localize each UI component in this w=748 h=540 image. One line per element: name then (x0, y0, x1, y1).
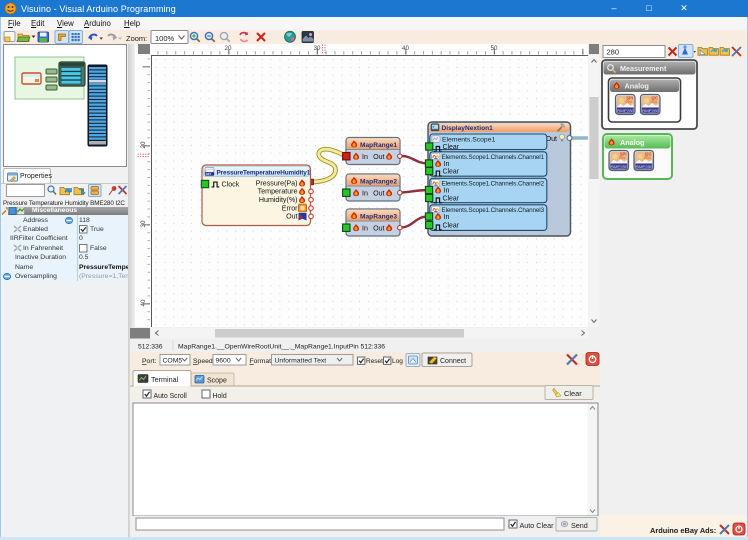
svg-text:In: In (362, 189, 368, 197)
svg-text:In: In (362, 153, 368, 161)
svg-text:Speed:: Speed: (193, 358, 215, 365)
svg-text:I2C: I2C (651, 96, 658, 101)
svg-text:Send: Send (571, 521, 588, 530)
svg-text:PressureTemperatureHumidity1: PressureTemperatureHumidity1 (217, 169, 311, 176)
svg-text:MapRange2: MapRange2 (360, 178, 397, 185)
svg-text:Elements.Scope1: Elements.Scope1 (442, 136, 495, 143)
svg-text:Elements.Scope1.Channels.Chann: Elements.Scope1.Channels.Channel2 (442, 180, 545, 187)
svg-text:Port:: Port: (142, 358, 156, 365)
svg-text:50: 50 (491, 45, 498, 52)
svg-text:In: In (444, 187, 450, 195)
svg-text:Out: Out (373, 189, 384, 197)
svg-text:Arduino eBay Ads:: Arduino eBay Ads: (650, 526, 716, 535)
svg-text:DisplayNextion1: DisplayNextion1 (442, 125, 494, 132)
svg-text:280: 280 (607, 48, 620, 57)
svg-text:Out: Out (286, 213, 297, 221)
svg-text:30: 30 (140, 220, 147, 227)
svg-text:Connect: Connect (440, 358, 466, 365)
svg-text:Format:: Format: (250, 358, 274, 365)
svg-text:COM5: COM5 (163, 358, 183, 365)
svg-text:9600: 9600 (216, 358, 231, 365)
svg-text:Temperature: Temperature (258, 188, 298, 196)
svg-text:512:336: 512:336 (138, 344, 163, 351)
svg-text:MapRange1.__OpenWireRootUnit__: MapRange1.__OpenWireRootUnit__._MapRange… (178, 344, 385, 351)
svg-text:In: In (444, 213, 450, 221)
svg-text:Log: Log (392, 358, 403, 365)
svg-text:Elements.Scope1.Channels.Chann: Elements.Scope1.Channels.Channel3 (442, 207, 545, 214)
svg-text:Analog: Analog (620, 138, 644, 147)
svg-text:Elements.Scope1.Channels.Chann: Elements.Scope1.Channels.Channel1 (442, 154, 545, 161)
svg-text:Error: Error (282, 204, 298, 212)
svg-text:In: In (444, 160, 450, 168)
svg-text:Clear: Clear (443, 169, 460, 176)
svg-text:Analog: Analog (625, 82, 649, 91)
svg-text:I2C: I2C (645, 152, 652, 157)
svg-text:40: 40 (140, 299, 147, 306)
svg-text:30: 30 (314, 45, 321, 52)
svg-text:In: In (362, 224, 368, 232)
svg-text:Clock: Clock (222, 180, 240, 188)
svg-text:NXT: NXT (206, 172, 212, 176)
svg-text:40: 40 (402, 45, 409, 52)
svg-text:Hold: Hold (213, 393, 227, 400)
svg-text:Measurement: Measurement (620, 64, 667, 73)
svg-text:Clear: Clear (443, 196, 460, 203)
svg-text:Clear: Clear (443, 223, 460, 230)
svg-text:SPI: SPI (626, 96, 633, 101)
svg-text:SPI: SPI (620, 152, 627, 157)
svg-text:Auto Scroll: Auto Scroll (154, 393, 188, 400)
svg-text:20: 20 (140, 141, 147, 148)
svg-text:Out: Out (373, 153, 384, 161)
svg-text:Auto Clear: Auto Clear (520, 521, 555, 530)
svg-text:Clear: Clear (443, 144, 460, 151)
svg-text:MapRange3: MapRange3 (360, 213, 397, 220)
svg-text:Unformatted Text: Unformatted Text (275, 358, 327, 365)
svg-text:Pressure(Pa): Pressure(Pa) (256, 179, 298, 187)
svg-text:20: 20 (225, 45, 232, 52)
svg-text:Terminal: Terminal (151, 375, 179, 384)
svg-text:Reset: Reset (366, 358, 383, 365)
svg-text:Scope: Scope (207, 378, 227, 385)
svg-text:Humidity(%): Humidity(%) (259, 196, 298, 204)
svg-text:MapRange1: MapRange1 (360, 142, 397, 149)
svg-text:Clear: Clear (564, 389, 582, 398)
svg-text:Out: Out (373, 224, 384, 232)
